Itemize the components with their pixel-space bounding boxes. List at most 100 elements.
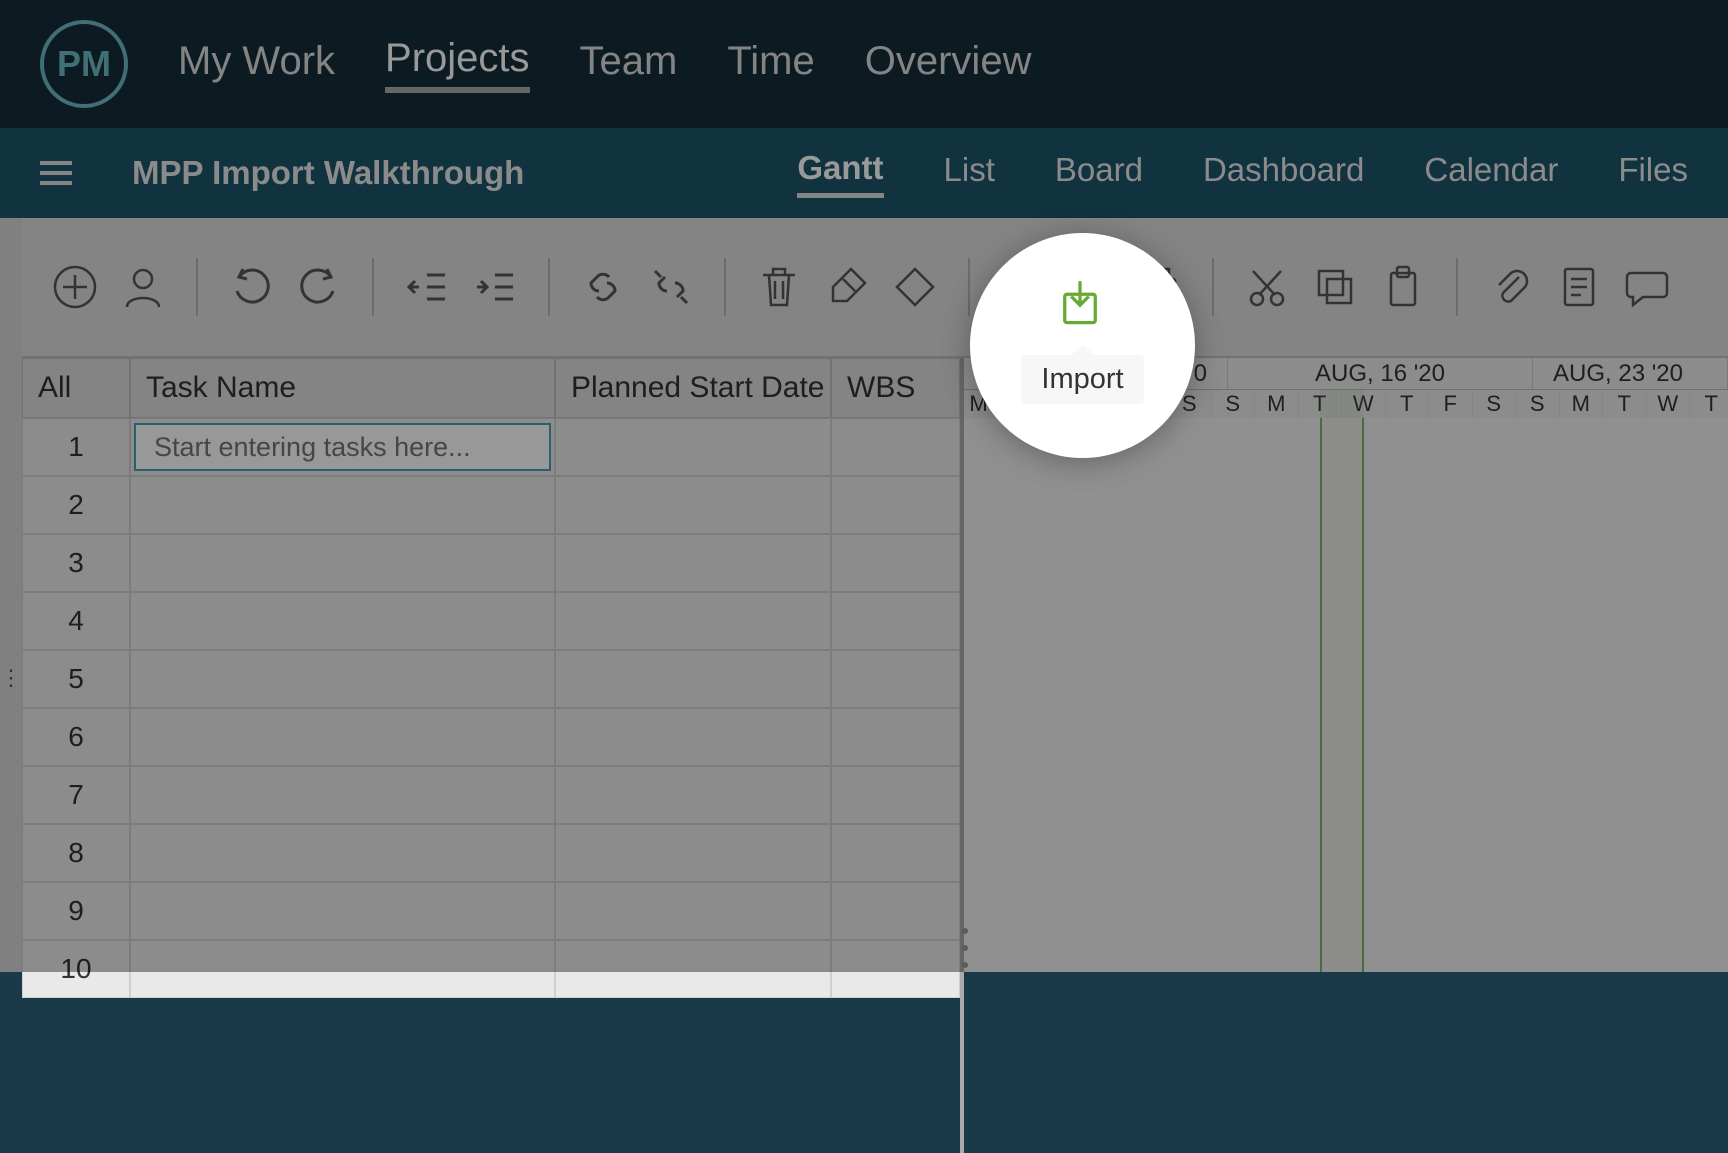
cut-icon[interactable] [1244,264,1290,310]
notes-icon[interactable] [1556,264,1602,310]
day-label: M [1560,390,1604,418]
timeline-week-header: x0 AUG, 16 '20 AUG, 23 '20 [964,358,1728,390]
view-files[interactable]: Files [1618,151,1688,195]
col-planned-start[interactable]: Planned Start Date [555,358,831,418]
row-num: 1 [22,418,130,476]
day-label: T [1603,390,1647,418]
separator [548,258,550,316]
day-label: T [994,390,1038,418]
week-label: AUG, 23 '20 [1533,358,1728,389]
view-gantt[interactable]: Gantt [797,149,883,198]
timeline: x0 AUG, 16 '20 AUG, 23 '20 M T W T F S S… [964,358,1728,972]
col-all[interactable]: All [22,358,130,418]
separator [372,258,374,316]
left-gutter [0,218,22,972]
attachment-icon[interactable] [1488,264,1534,310]
task-name-input[interactable] [134,423,551,471]
delete-icon[interactable] [756,264,802,310]
hamburger-icon[interactable] [40,161,72,185]
day-label: S [1516,390,1560,418]
copy-icon[interactable] [1312,264,1358,310]
row-num: 6 [22,708,130,766]
task-grid: All Task Name Planned Start Date WBS 1 2… [22,358,960,972]
nav-projects[interactable]: Projects [385,36,530,93]
day-label: M [964,390,994,418]
redo-icon[interactable] [296,264,342,310]
wbs-cell[interactable] [831,418,960,476]
paste-icon[interactable] [1380,264,1426,310]
col-task-name[interactable]: Task Name [130,358,555,418]
day-label: T [1081,390,1125,418]
task-name-cell[interactable] [130,418,555,476]
undo-icon[interactable] [228,264,274,310]
nav-overview[interactable]: Overview [865,39,1032,90]
day-label: T [1690,390,1728,418]
day-label: T [1386,390,1430,418]
day-label: S [1473,390,1517,418]
view-list[interactable]: List [944,151,995,195]
unlink-icon[interactable] [648,264,694,310]
grid-header: All Task Name Planned Start Date WBS [22,358,960,418]
day-label: W [1038,390,1082,418]
add-icon[interactable] [52,264,98,310]
row-num: 2 [22,476,130,534]
table-row[interactable]: 9 [22,882,960,940]
left-drag-handle[interactable]: ⋮ [0,665,22,691]
logo[interactable]: PM [40,20,128,108]
col-wbs[interactable]: WBS [831,358,960,418]
table-row[interactable]: 4 [22,592,960,650]
outdent-icon[interactable] [404,264,450,310]
day-label: M [1255,390,1299,418]
row-num: 10 [22,940,130,998]
table-row[interactable]: 8 [22,824,960,882]
user-icon[interactable] [120,264,166,310]
row-num: 5 [22,650,130,708]
work-area: All Task Name Planned Start Date WBS 1 2… [22,218,1728,972]
week-label: x0 [964,358,1228,389]
row-num: 9 [22,882,130,940]
link-icon[interactable] [580,264,626,310]
row-num: 3 [22,534,130,592]
table-row[interactable]: 5 [22,650,960,708]
table-row[interactable]: 2 [22,476,960,534]
row-num: 4 [22,592,130,650]
separator [196,258,198,316]
day-label: F [1125,390,1169,418]
separator [968,258,970,316]
view-dashboard[interactable]: Dashboard [1203,151,1364,195]
separator [1212,258,1214,316]
day-label: W [1647,390,1691,418]
import-icon[interactable] [1000,264,1046,310]
table-row[interactable]: 1 [22,418,960,476]
gantt-toolbar [22,218,1728,358]
top-nav: PM My Work Projects Team Time Overview [0,0,1728,128]
separator [724,258,726,316]
table-row[interactable]: 10 [22,940,960,998]
indent-icon[interactable] [472,264,518,310]
nav-time[interactable]: Time [727,39,814,90]
table-row[interactable]: 7 [22,766,960,824]
row-num: 8 [22,824,130,882]
milestone-icon[interactable] [892,264,938,310]
week-label: AUG, 16 '20 [1228,358,1533,389]
nav-my-work[interactable]: My Work [178,39,335,90]
splitter-handle[interactable] [962,928,972,968]
clear-icon[interactable] [824,264,870,310]
view-board[interactable]: Board [1055,151,1143,195]
today-indicator-header [1320,390,1364,418]
day-label: S [1212,390,1256,418]
timeline-body[interactable] [964,418,1728,972]
export-icon[interactable] [1068,264,1114,310]
day-label: S [1168,390,1212,418]
grid-body: 1 2 3 4 5 6 7 [22,418,960,998]
table-row[interactable]: 3 [22,534,960,592]
separator [1456,258,1458,316]
today-indicator [1320,418,1364,972]
view-calendar[interactable]: Calendar [1424,151,1558,195]
comment-icon[interactable] [1624,264,1670,310]
planned-start-cell[interactable] [555,418,831,476]
nav-team[interactable]: Team [580,39,678,90]
table-row[interactable]: 6 [22,708,960,766]
print-icon[interactable] [1136,264,1182,310]
row-num: 7 [22,766,130,824]
